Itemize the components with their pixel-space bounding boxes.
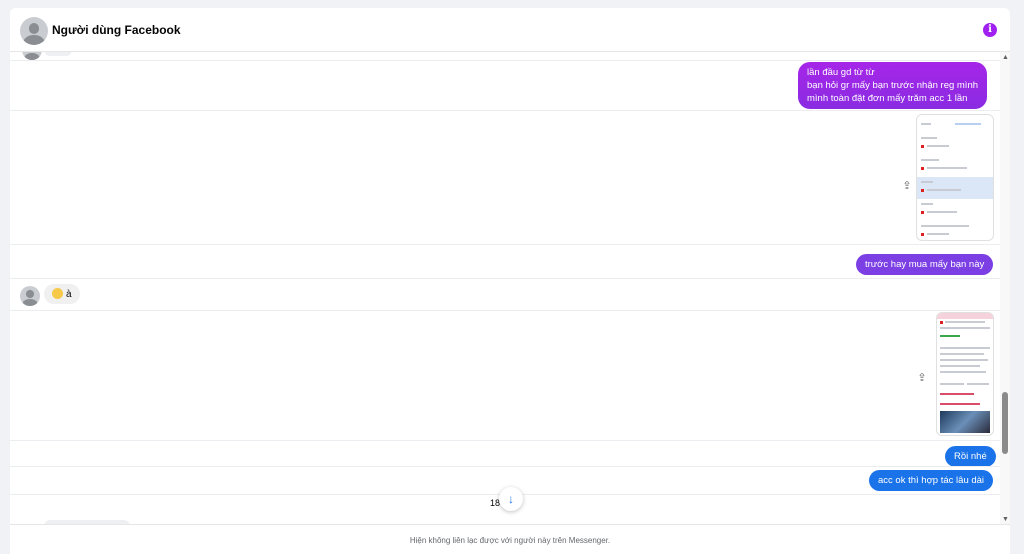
scrollbar-thumb[interactable] bbox=[1002, 392, 1008, 454]
footer: Hiện không liên lạc được với người này t… bbox=[10, 524, 1010, 554]
arrow-down-icon[interactable]: ↓ bbox=[499, 487, 523, 511]
sent-message[interactable]: trước hay mua mấy bạn này bbox=[856, 254, 994, 275]
message-fragment bbox=[44, 52, 72, 56]
scroll-down-icon[interactable]: ▼ bbox=[1002, 516, 1009, 523]
message-line: lần đầu gd từ từ bbox=[807, 67, 875, 78]
message-thread[interactable]: lần đầu gd từ từ bạn hỏi gr mấy bạn trướ… bbox=[10, 52, 1010, 524]
info-icon[interactable]: i bbox=[983, 23, 997, 37]
message-line: mình toàn đặt đơn mấy trăm acc 1 lần bbox=[807, 93, 968, 104]
avatar bbox=[20, 286, 40, 306]
share-icon[interactable]: ⇪ bbox=[901, 180, 913, 192]
avatar bbox=[22, 52, 42, 60]
grinning-emoji-icon bbox=[52, 288, 63, 299]
sent-message[interactable]: acc ok thì hợp tác lâu dài bbox=[869, 470, 994, 491]
sent-message[interactable]: lần đầu gd từ từ bạn hỏi gr mấy bạn trướ… bbox=[798, 62, 988, 109]
scroll-up-icon[interactable]: ▲ bbox=[1002, 54, 1009, 61]
sent-message[interactable]: Rồi nhé bbox=[945, 446, 996, 467]
chat-header: Người dùng Facebook i bbox=[10, 8, 1010, 52]
message-line: bạn hỏi gr mấy bạn trước nhận reg mình bbox=[807, 80, 979, 91]
unavailable-notice: Hiện không liên lạc được với người này t… bbox=[409, 536, 611, 545]
shared-screenshot-image[interactable] bbox=[936, 312, 994, 436]
received-message[interactable]: à bbox=[44, 284, 80, 304]
message-text: à bbox=[66, 289, 72, 300]
contact-avatar[interactable] bbox=[20, 17, 48, 45]
shared-screenshot-image[interactable] bbox=[916, 114, 994, 241]
share-icon[interactable]: ⇪ bbox=[916, 372, 928, 384]
contact-name[interactable]: Người dùng Facebook bbox=[52, 23, 181, 37]
chat-window: Người dùng Facebook i lần đầu gd từ từ b… bbox=[10, 8, 1010, 554]
